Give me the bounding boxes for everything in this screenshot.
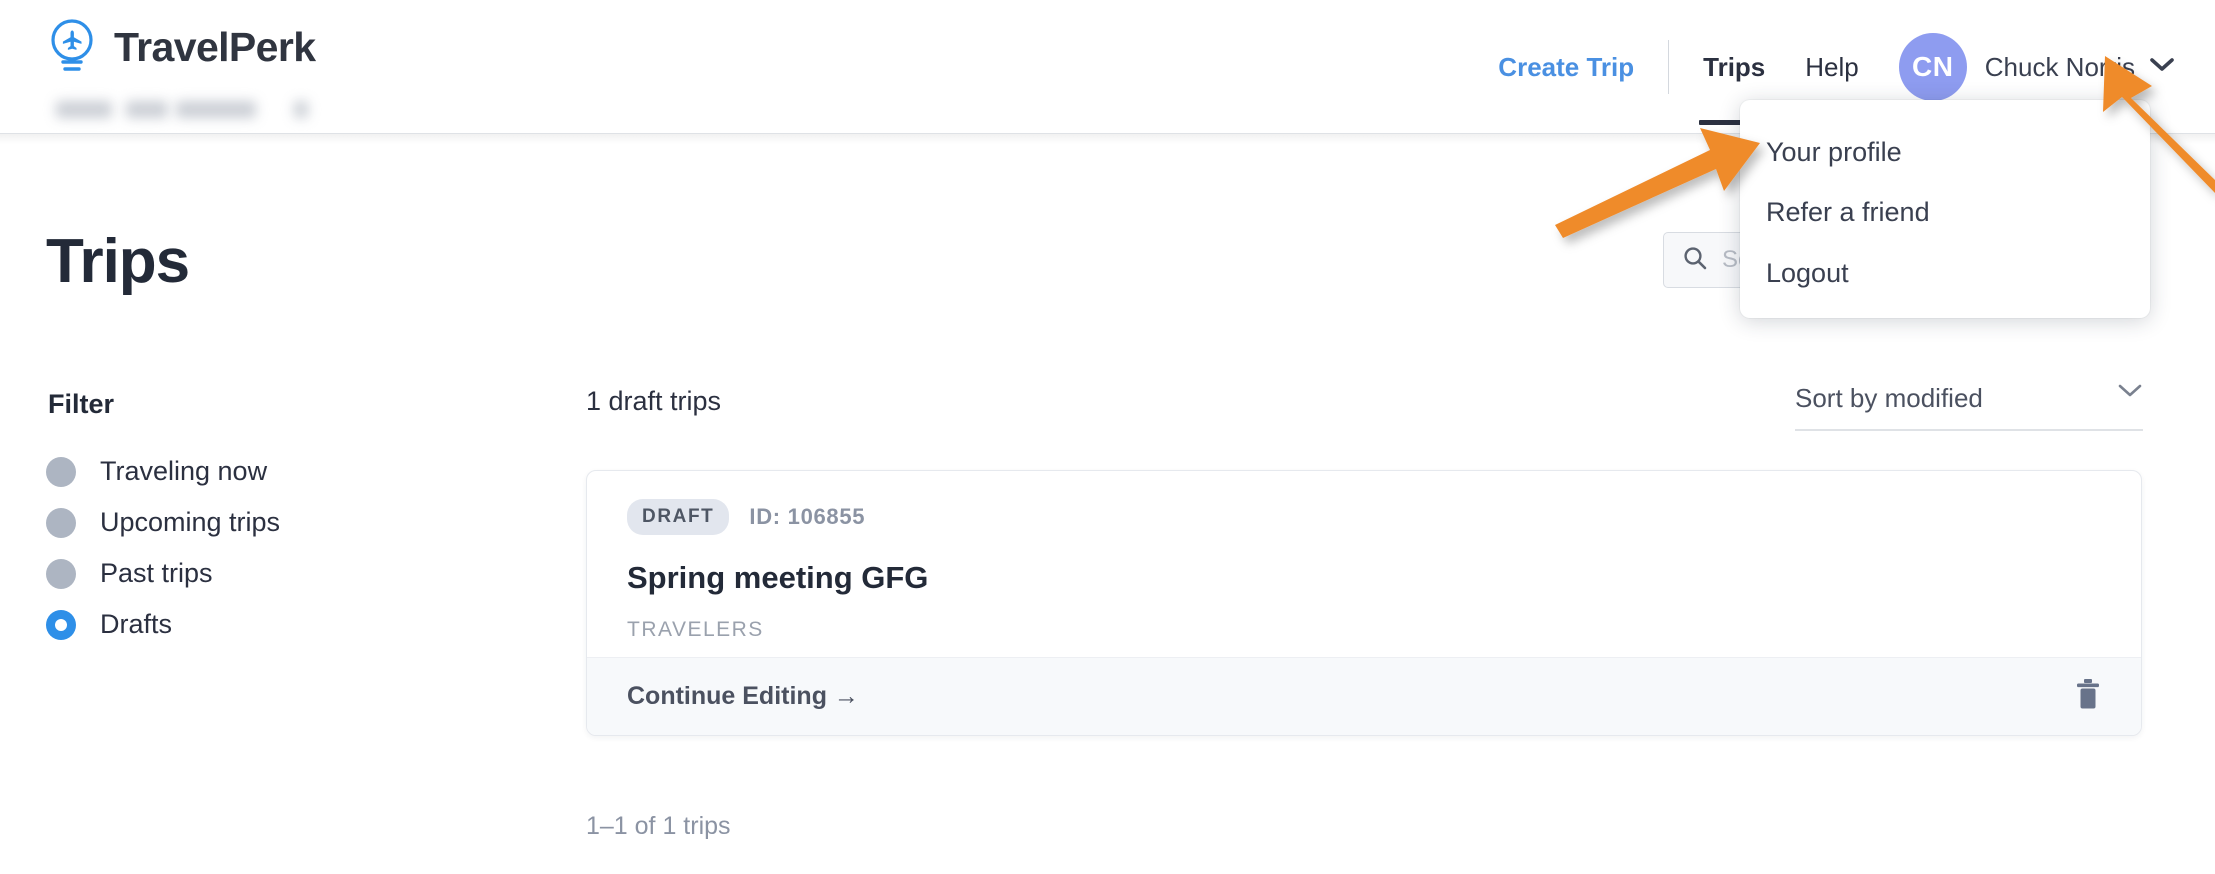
trip-card[interactable]: DRAFT ID: 106855 Spring meeting GFG TRAV… xyxy=(586,470,2142,736)
travelers-label: TRAVELERS xyxy=(627,618,764,641)
radio-icon[interactable] xyxy=(46,507,76,538)
brand-name: TravelPerk xyxy=(114,23,316,70)
nav-divider xyxy=(1668,40,1670,94)
menu-item-refer-a-friend[interactable]: Refer a friend xyxy=(1740,182,2150,242)
sort-label: Sort by modified xyxy=(1795,383,1983,413)
filter-label: Upcoming trips xyxy=(100,507,281,537)
sort-dropdown[interactable]: Sort by modified xyxy=(1795,383,2143,431)
menu-item-your-profile[interactable]: Your profile xyxy=(1740,122,2150,182)
trip-card-meta: DRAFT ID: 106855 xyxy=(627,499,2101,535)
menu-item-logout[interactable]: Logout xyxy=(1740,243,2150,303)
filter-option-traveling-now[interactable]: Traveling now xyxy=(46,446,376,497)
filter-label: Past trips xyxy=(100,558,213,588)
brand-logo-group[interactable]: TravelPerk xyxy=(46,18,316,76)
avatar: CN xyxy=(1898,33,1967,101)
trip-card-body: DRAFT ID: 106855 Spring meeting GFG TRAV… xyxy=(587,471,2141,683)
user-name: Chuck Norris xyxy=(1984,51,2135,82)
continue-editing-button[interactable]: Continue Editing → xyxy=(627,682,859,711)
user-menu-trigger[interactable]: CN Chuck Norris xyxy=(1898,33,2175,101)
page-title: Trips xyxy=(46,227,190,296)
trip-id: ID: 106855 xyxy=(749,504,866,529)
radio-icon[interactable] xyxy=(46,456,76,487)
filter-option-past-trips[interactable]: Past trips xyxy=(46,548,376,599)
trip-count-text: 1 draft trips xyxy=(586,386,722,416)
arrow-to-your-profile xyxy=(1555,128,1760,238)
user-dropdown-menu: Your profile Refer a friend Logout xyxy=(1740,100,2150,318)
filter-option-drafts[interactable]: Drafts xyxy=(46,599,376,650)
trash-icon[interactable] xyxy=(2073,677,2103,716)
status-badge: DRAFT xyxy=(627,499,730,535)
chevron-down-icon xyxy=(2149,57,2175,78)
filter-heading: Filter xyxy=(48,389,115,419)
filter-label: Traveling now xyxy=(100,456,268,486)
radio-icon[interactable] xyxy=(46,558,76,589)
app-root: TravelPerk Create Trip Trips Help CN Chu… xyxy=(0,0,2215,874)
nav-item-trips[interactable]: Trips xyxy=(1699,52,1770,125)
filter-label: Drafts xyxy=(100,609,173,639)
filter-options: Traveling now Upcoming trips Past trips … xyxy=(46,446,376,650)
radio-icon-selected[interactable] xyxy=(46,609,76,640)
lightbulb-airplane-logo-icon xyxy=(46,18,98,76)
search-icon xyxy=(1682,245,1708,276)
create-trip-link[interactable]: Create Trip xyxy=(1498,52,1634,83)
trip-title: Spring meeting GFG xyxy=(627,560,929,595)
nav-item-help[interactable]: Help xyxy=(1805,52,1858,83)
pagination-text: 1–1 of 1 trips xyxy=(586,812,731,840)
filter-option-upcoming-trips[interactable]: Upcoming trips xyxy=(46,497,376,548)
trip-card-footer: Continue Editing → xyxy=(587,657,2141,735)
chevron-down-icon xyxy=(2117,383,2143,404)
